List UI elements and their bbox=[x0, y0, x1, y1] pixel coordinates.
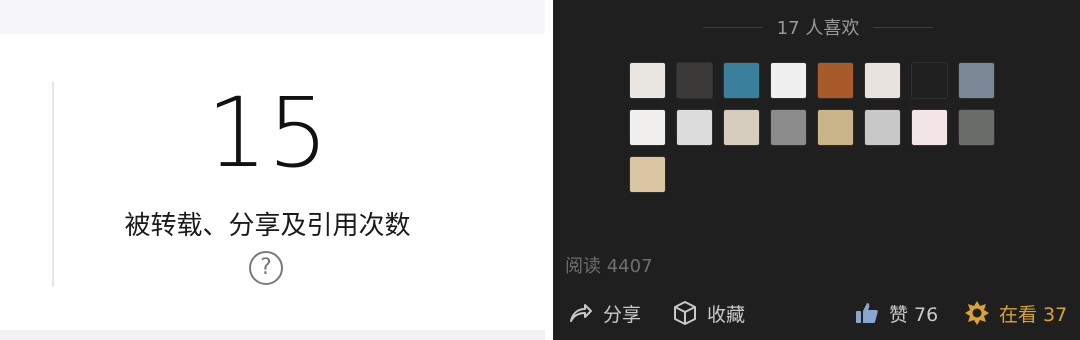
liker-avatar[interactable] bbox=[958, 62, 995, 99]
liker-avatar[interactable] bbox=[911, 109, 948, 146]
liker-avatar[interactable] bbox=[676, 109, 713, 146]
article-engagement-panel: 17 人喜欢 阅读 4407 分享 收藏 赞 76 在看 37 bbox=[553, 0, 1080, 340]
liker-avatar[interactable] bbox=[864, 62, 901, 99]
liker-avatar[interactable] bbox=[770, 62, 807, 99]
like-label: 赞 76 bbox=[889, 303, 939, 326]
liker-avatar[interactable] bbox=[958, 109, 995, 146]
likes-count-text: 17 人喜欢 bbox=[776, 18, 860, 39]
liker-avatar[interactable] bbox=[864, 109, 901, 146]
share-button[interactable]: 分享 bbox=[567, 298, 641, 328]
liker-avatar[interactable] bbox=[817, 62, 854, 99]
liker-avatar[interactable] bbox=[911, 62, 948, 99]
looking-button[interactable]: 在看 37 bbox=[963, 298, 1067, 328]
looking-label: 在看 37 bbox=[999, 303, 1068, 326]
repost-stats-panel: 15 被转载、分享及引用次数 ? bbox=[0, 0, 545, 340]
liker-avatar[interactable] bbox=[629, 156, 666, 193]
share-label: 分享 bbox=[603, 303, 642, 326]
thumbs-up-icon bbox=[853, 299, 881, 327]
liker-avatar[interactable] bbox=[676, 62, 713, 99]
looking-star-icon bbox=[963, 299, 991, 327]
like-button[interactable]: 赞 76 bbox=[853, 298, 938, 328]
liker-avatar[interactable] bbox=[629, 109, 666, 146]
repost-count: 15 bbox=[206, 77, 329, 189]
favorite-label: 收藏 bbox=[707, 303, 746, 326]
liker-avatar[interactable] bbox=[723, 62, 760, 99]
liker-avatar[interactable] bbox=[770, 109, 807, 146]
read-count: 阅读 4407 bbox=[565, 256, 653, 277]
question-circle-icon[interactable]: ? bbox=[249, 251, 283, 285]
cube-icon bbox=[671, 299, 699, 327]
liker-avatar[interactable] bbox=[723, 109, 760, 146]
panel-gap bbox=[545, 0, 553, 340]
divider-line bbox=[703, 26, 763, 28]
liker-avatar-grid bbox=[629, 62, 1009, 193]
divider-line bbox=[873, 26, 934, 28]
share-arrow-icon bbox=[567, 299, 595, 327]
top-strip bbox=[0, 0, 545, 34]
favorite-button[interactable]: 收藏 bbox=[671, 298, 745, 328]
liker-avatar[interactable] bbox=[817, 109, 854, 146]
bottom-strip bbox=[0, 330, 545, 340]
repost-count-label: 被转载、分享及引用次数 bbox=[124, 211, 411, 241]
likes-header: 17 人喜欢 bbox=[703, 12, 934, 42]
liker-avatar[interactable] bbox=[629, 62, 666, 99]
